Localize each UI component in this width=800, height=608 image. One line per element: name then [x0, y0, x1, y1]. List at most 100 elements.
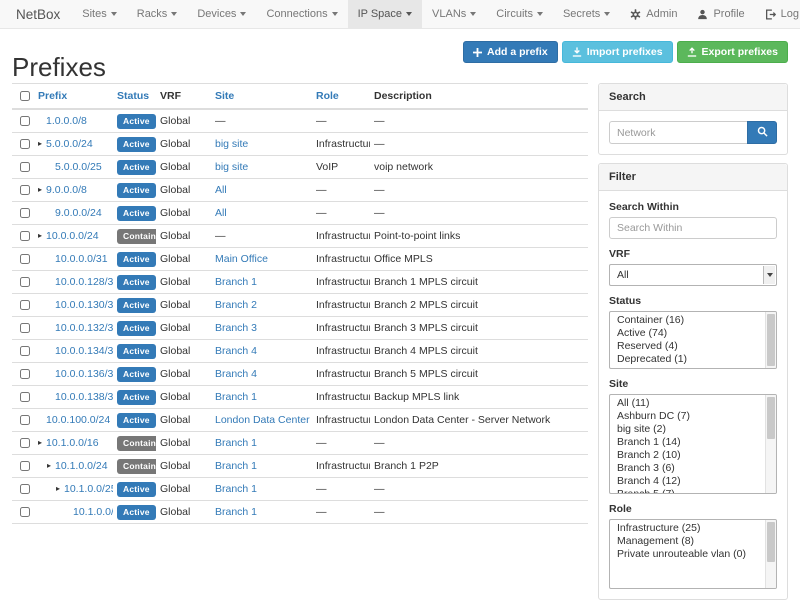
site-link[interactable]: Branch 3	[215, 322, 257, 334]
select-option[interactable]: Branch 1 (14)	[610, 436, 763, 449]
row-checkbox[interactable]	[20, 231, 30, 241]
prefix-link[interactable]: 10.1.0.0/25	[64, 483, 113, 495]
select-option[interactable]: Branch 3 (6)	[610, 462, 763, 475]
scrollbar-thumb[interactable]	[767, 522, 775, 562]
site-link[interactable]: All	[215, 184, 227, 196]
select-option[interactable]: big site (2)	[610, 423, 763, 436]
row-checkbox[interactable]	[20, 254, 30, 264]
prefix-link[interactable]: 10.0.0.136/31	[55, 368, 113, 380]
select-option[interactable]: Management (8)	[610, 535, 763, 548]
scrollbar-thumb[interactable]	[767, 314, 775, 366]
row-checkbox[interactable]	[20, 139, 30, 149]
search-input[interactable]	[609, 121, 747, 144]
select-option[interactable]: Branch 2 (10)	[610, 449, 763, 462]
select-all-checkbox[interactable]	[20, 91, 30, 101]
row-checkbox[interactable]	[20, 116, 30, 126]
prefix-link[interactable]: 10.0.0.132/31	[55, 322, 113, 334]
prefix-link[interactable]: 5.0.0.0/25	[55, 161, 102, 173]
site-link[interactable]: Branch 1	[215, 506, 257, 518]
select-option[interactable]: Deprecated (1)	[610, 353, 763, 366]
profile-link[interactable]: Profile	[687, 0, 754, 28]
row-checkbox[interactable]	[20, 162, 30, 172]
row-checkbox[interactable]	[20, 484, 30, 494]
row-checkbox[interactable]	[20, 369, 30, 379]
prefix-link[interactable]: 10.0.0.0/24	[46, 230, 99, 242]
nav-item-racks[interactable]: Racks	[127, 0, 188, 28]
status-badge: Container	[117, 229, 156, 244]
export-prefixes-button[interactable]: Export prefixes	[677, 41, 788, 63]
select-option[interactable]: Branch 5 (7)	[610, 488, 763, 494]
netbox-logo[interactable]: NetBox	[0, 0, 72, 28]
row-checkbox[interactable]	[20, 208, 30, 218]
prefix-link[interactable]: 1.0.0.0/8	[46, 115, 87, 127]
add-prefix-button[interactable]: Add a prefix	[463, 41, 558, 63]
prefix-link[interactable]: 10.0.0.134/31	[55, 345, 113, 357]
row-checkbox[interactable]	[20, 277, 30, 287]
nav-item-devices[interactable]: Devices	[187, 0, 256, 28]
row-checkbox[interactable]	[20, 415, 30, 425]
prefix-link[interactable]: 10.0.0.0/31	[55, 253, 108, 265]
role-cell: Infrastructure	[312, 409, 370, 432]
site-link[interactable]: London Data Center	[215, 414, 310, 426]
vrf-cell: Global	[156, 294, 211, 317]
site-link[interactable]: big site	[215, 138, 248, 150]
row-checkbox[interactable]	[20, 392, 30, 402]
prefix-link[interactable]: 10.0.0.130/31	[55, 299, 113, 311]
logout-link[interactable]: Log out	[755, 0, 800, 28]
site-link[interactable]: Branch 1	[215, 483, 257, 495]
nav-item-circuits[interactable]: Circuits	[486, 0, 553, 28]
site-link[interactable]: Branch 1	[215, 437, 257, 449]
nav-item-secrets[interactable]: Secrets	[553, 0, 620, 28]
row-checkbox[interactable]	[20, 346, 30, 356]
site-link[interactable]: Branch 4	[215, 345, 257, 357]
prefix-link[interactable]: 10.0.0.128/31	[55, 276, 113, 288]
prefix-link[interactable]: 10.1.0.0/16	[46, 437, 99, 449]
row-checkbox[interactable]	[20, 323, 30, 333]
nav-item-connections[interactable]: Connections	[256, 0, 347, 28]
site-link[interactable]: Branch 1	[215, 460, 257, 472]
nav-item-sites[interactable]: Sites	[72, 0, 126, 28]
search-button[interactable]	[747, 121, 777, 144]
search-within-input[interactable]	[609, 217, 777, 239]
row-checkbox[interactable]	[20, 185, 30, 195]
nav-item-ip-space[interactable]: IP Space	[348, 0, 422, 28]
site-link[interactable]: Branch 4	[215, 368, 257, 380]
nav-item-vlans[interactable]: VLANs	[422, 0, 486, 28]
column-header-prefix[interactable]: Prefix	[34, 84, 113, 110]
select-option[interactable]: Ashburn DC (7)	[610, 410, 763, 423]
site-label: Site	[609, 378, 777, 390]
prefix-link[interactable]: 5.0.0.0/24	[46, 138, 93, 150]
select-option[interactable]: Container (16)	[610, 314, 763, 327]
select-option[interactable]: All (11)	[610, 397, 763, 410]
select-option[interactable]: Private unrouteable vlan (0)	[610, 548, 763, 561]
main-menu: Sites Racks Devices Connections IP Space…	[72, 0, 620, 28]
select-option[interactable]: Branch 4 (12)	[610, 475, 763, 488]
row-checkbox[interactable]	[20, 300, 30, 310]
prefix-link[interactable]: 10.0.0.138/31	[55, 391, 113, 403]
site-link[interactable]: Branch 2	[215, 299, 257, 311]
prefix-link[interactable]: 9.0.0.0/8	[46, 184, 87, 196]
prefix-link[interactable]: 10.1.0.0/26	[73, 506, 113, 518]
import-prefixes-button[interactable]: Import prefixes	[562, 41, 673, 63]
select-option[interactable]: Reserved (4)	[610, 340, 763, 353]
site-link[interactable]: big site	[215, 161, 248, 173]
scrollbar-thumb[interactable]	[767, 397, 775, 439]
site-link[interactable]: Main Office	[215, 253, 268, 265]
column-header-site[interactable]: Site	[211, 84, 312, 110]
select-option[interactable]: Active (74)	[610, 327, 763, 340]
site-link[interactable]: All	[215, 207, 227, 219]
row-checkbox[interactable]	[20, 507, 30, 517]
admin-link[interactable]: Admin	[620, 0, 687, 28]
column-header-role[interactable]: Role	[312, 84, 370, 110]
prefix-link[interactable]: 9.0.0.0/24	[55, 207, 102, 219]
row-checkbox[interactable]	[20, 438, 30, 448]
site-link[interactable]: Branch 1	[215, 391, 257, 403]
prefix-table-body: ▸1.0.0.0/8ActiveGlobal———▸5.0.0.0/24Acti…	[12, 109, 588, 524]
column-header-status[interactable]: Status	[113, 84, 156, 110]
row-checkbox[interactable]	[20, 461, 30, 471]
vrf-select[interactable]: All	[609, 264, 777, 286]
prefix-link[interactable]: 10.0.100.0/24	[46, 414, 110, 426]
site-link[interactable]: Branch 1	[215, 276, 257, 288]
select-option[interactable]: Infrastructure (25)	[610, 522, 763, 535]
prefix-link[interactable]: 10.1.0.0/24	[55, 460, 108, 472]
